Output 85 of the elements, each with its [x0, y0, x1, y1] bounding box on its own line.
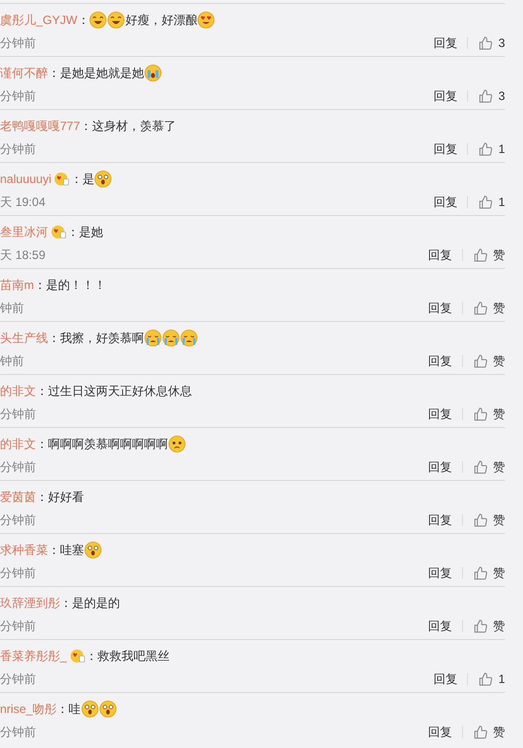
comment-time: 分钟前 [0, 88, 36, 105]
thumbs-up-icon [478, 672, 494, 686]
worried-emoji-icon [168, 435, 186, 453]
comment-text: ：哇 [56, 700, 117, 718]
like-button[interactable]: 赞 [473, 405, 505, 423]
thumbs-up-icon [478, 36, 494, 50]
comment-text: ：这身材，羡慕了 [80, 118, 176, 135]
like-button[interactable]: 赞 [473, 511, 505, 529]
shocked-emoji-icon [84, 541, 102, 559]
thumbs-up-icon [473, 354, 488, 368]
reply-link[interactable]: 回复 [428, 564, 452, 582]
reply-link[interactable]: 回复 [433, 34, 458, 52]
comment-text: ：我擦，好羡慕啊 [48, 329, 198, 347]
comment-time: 分钟前 [0, 406, 36, 423]
thumbs-up-icon [473, 300, 488, 316]
comment-time: 分钟前 [0, 459, 36, 476]
like-button[interactable]: 3 [478, 34, 505, 52]
tearful-emoji-icon [144, 64, 162, 82]
thumbs-up-icon [478, 142, 494, 156]
comment-text: ：是她是她就是她 [48, 64, 162, 82]
comment-time: 分钟前 [0, 512, 36, 529]
like-button[interactable]: 赞 [473, 564, 505, 582]
comment-text: ：是的！！！ [34, 277, 106, 294]
grinning-emoji-icon [89, 11, 108, 29]
comment-text: ： 好瘦，好漂酿 [77, 11, 216, 29]
shocked-emoji-icon [98, 700, 117, 718]
like-button[interactable]: 1 [478, 670, 505, 688]
shocked-emoji-icon [80, 700, 99, 718]
comment-text: ：啊啊啊羡慕啊啊啊啊啊 [36, 435, 186, 453]
thumbs-up-icon [473, 248, 488, 262]
like-button[interactable]: 赞 [473, 299, 505, 317]
thumbs-up-icon [473, 460, 488, 474]
comment-text: ：是的是的 [60, 595, 120, 612]
crying-emoji-icon [144, 329, 162, 347]
comment-time: 分钟前 [0, 618, 36, 635]
comment-text: ：过生日这两天正好休息休息 [36, 383, 192, 400]
like-button[interactable]: 赞 [473, 458, 505, 476]
comment-time: 钟前 [0, 300, 24, 317]
grinning-emoji-icon [107, 11, 126, 29]
thumbs-up-icon [473, 566, 488, 580]
like-button[interactable]: 赞 [473, 352, 505, 370]
comment-time: 天 18:59 [0, 247, 46, 264]
reply-link[interactable]: 回复 [428, 458, 452, 476]
crying-emoji-icon [180, 329, 198, 347]
comment-time: 天 19:04 [0, 194, 46, 211]
comment-time: 分钟前 [0, 671, 36, 688]
thumbs-up-icon [478, 88, 494, 104]
reply-link[interactable]: 回复 [433, 670, 458, 688]
like-button[interactable]: 赞 [473, 246, 505, 264]
comment-text: ：救救我吧黑丝 [86, 648, 170, 665]
comment-time: 分钟前 [0, 35, 36, 52]
like-button[interactable]: 3 [478, 87, 505, 105]
reply-link[interactable]: 回复 [428, 299, 452, 317]
badge-icon [54, 172, 70, 186]
shocked-emoji-icon [94, 170, 112, 188]
reply-link[interactable]: 回复 [428, 246, 452, 264]
crying-emoji-icon [162, 329, 180, 347]
like-button[interactable]: 赞 [473, 723, 505, 741]
like-button[interactable]: 赞 [473, 617, 505, 635]
badge-icon [70, 649, 86, 663]
comment-time: 分钟前 [0, 565, 36, 582]
heart-eyes-emoji-icon [197, 11, 216, 29]
comment-time: 钟前 [0, 353, 24, 370]
reply-link[interactable]: 回复 [433, 140, 458, 158]
reply-link[interactable]: 回复 [428, 511, 452, 529]
badge-icon [51, 225, 67, 239]
thumbs-up-icon [473, 406, 488, 422]
like-button[interactable]: 1 [478, 193, 505, 211]
reply-link[interactable]: 回复 [433, 87, 458, 105]
like-button[interactable]: 1 [478, 140, 505, 158]
comment-time: 分钟前 [0, 141, 36, 158]
comment-text: ：哇塞 [48, 541, 102, 559]
reply-link[interactable]: 回复 [433, 193, 458, 211]
comment-text: ：是 [70, 170, 112, 188]
thumbs-up-icon [473, 724, 488, 740]
thumbs-up-icon [473, 512, 488, 528]
reply-link[interactable]: 回复 [428, 723, 452, 741]
reply-link[interactable]: 回复 [428, 352, 452, 370]
reply-link[interactable]: 回复 [428, 617, 452, 635]
reply-link[interactable]: 回复 [428, 405, 452, 423]
comment-time: 分钟前 [0, 724, 36, 741]
comment-text: ：是她 [67, 224, 103, 241]
thumbs-up-icon [478, 194, 494, 210]
comment-text: ：好好看 [36, 489, 84, 506]
thumbs-up-icon [473, 618, 488, 634]
